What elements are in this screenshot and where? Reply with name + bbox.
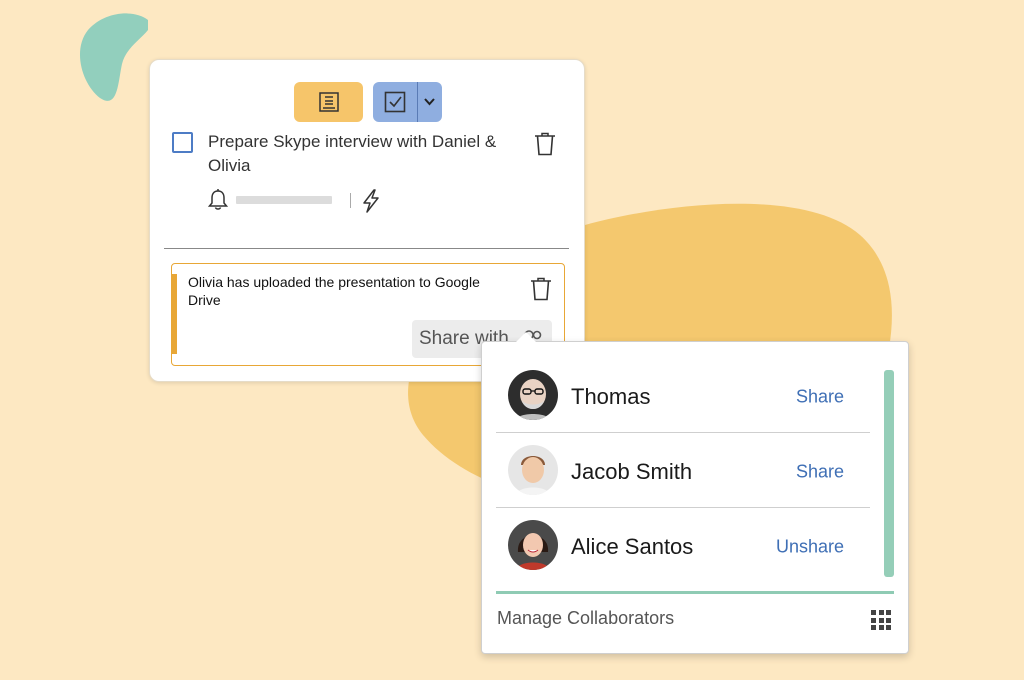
teal-blob-decoration	[79, 13, 148, 101]
popup-footer-divider	[496, 591, 894, 594]
share-link[interactable]: Share	[796, 387, 844, 408]
comment-text: Olivia has uploaded the presentation to …	[188, 274, 480, 308]
manage-collaborators-link[interactable]: Manage Collaborators	[497, 608, 674, 629]
comment-accent-bar	[171, 274, 177, 354]
scrollbar[interactable]	[884, 370, 894, 577]
checklist-icon	[384, 91, 406, 113]
reminder-bar	[236, 196, 332, 204]
text-note-button[interactable]	[294, 82, 363, 122]
collaborator-row: Alice Santos Unshare	[496, 507, 870, 582]
collaborator-name: Jacob Smith	[571, 459, 693, 484]
unshare-link[interactable]: Unshare	[776, 537, 844, 558]
collaborator-name: Thomas	[571, 384, 651, 409]
share-popup: Thomas Share Jacob Smith Share Alice San…	[481, 332, 909, 654]
collaborator-row: Thomas Share	[496, 357, 870, 433]
card-divider	[164, 248, 569, 249]
toolbar-separator	[350, 193, 351, 208]
checklist-note-button[interactable]	[373, 82, 442, 122]
task-checkbox[interactable]	[172, 132, 193, 153]
button-divider	[417, 82, 418, 122]
lightning-icon[interactable]	[361, 189, 381, 213]
collaborator-name: Alice Santos	[571, 534, 694, 559]
avatar	[508, 520, 558, 570]
grid-icon[interactable]	[871, 610, 891, 630]
avatar	[508, 370, 558, 420]
trash-icon[interactable]	[530, 277, 552, 301]
collaborator-row: Jacob Smith Share	[496, 432, 870, 508]
trash-icon[interactable]	[534, 132, 556, 156]
task-text: Prepare Skype interview with Daniel & Ol…	[208, 132, 497, 175]
share-link[interactable]: Share	[796, 462, 844, 483]
bell-icon[interactable]	[206, 188, 230, 212]
popup-caret	[516, 332, 536, 342]
text-note-icon	[318, 92, 339, 112]
chevron-down-icon[interactable]	[423, 97, 436, 107]
avatar	[508, 445, 558, 495]
